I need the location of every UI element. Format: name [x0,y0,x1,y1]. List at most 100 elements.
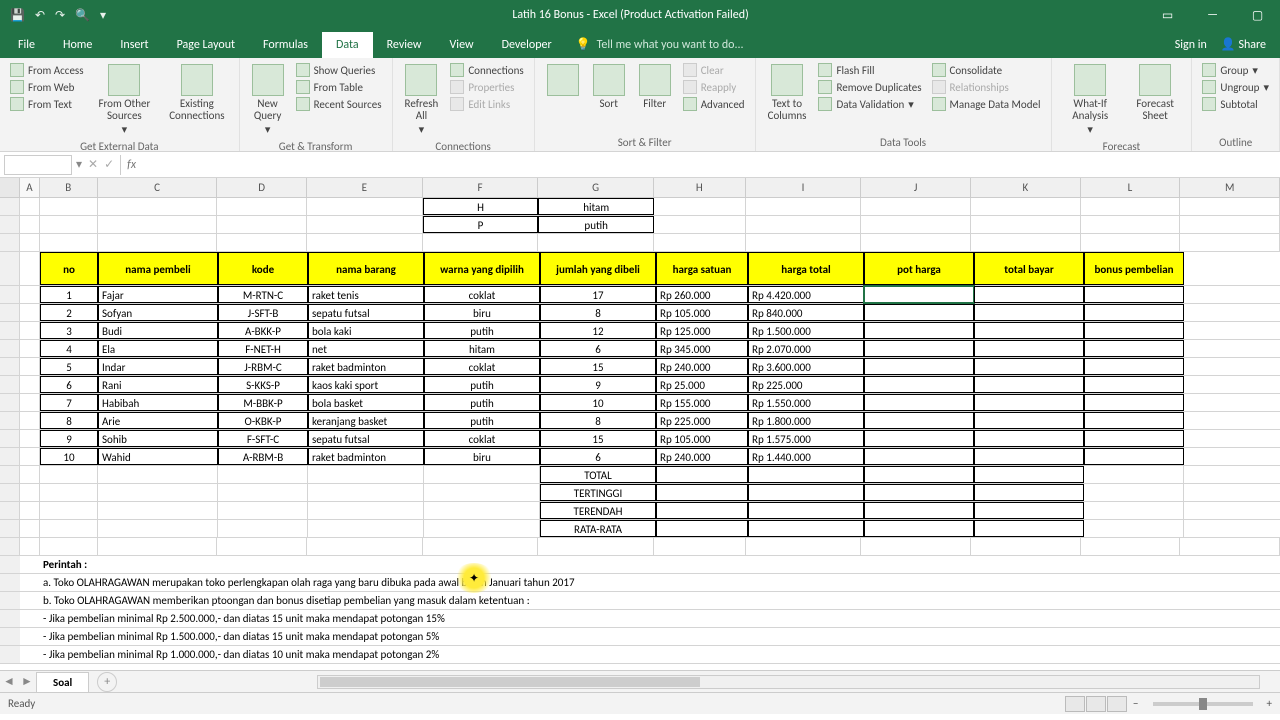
cell[interactable]: coklat [424,358,540,375]
cell[interactable] [974,430,1084,447]
cell[interactable] [748,502,864,519]
cell[interactable]: 15 [540,430,656,447]
tab-data[interactable]: Data [322,32,373,58]
normal-view-button[interactable] [1065,696,1085,712]
cell[interactable]: 9 [40,430,98,447]
cell[interactable] [1084,448,1184,465]
cell[interactable] [864,502,974,519]
cell[interactable] [20,234,40,251]
cell[interactable] [974,394,1084,411]
cell[interactable] [1084,322,1184,339]
header-cell[interactable]: pot harga [864,252,974,285]
cell[interactable]: Rp 225.000 [656,412,748,429]
tab-review[interactable]: Review [373,32,436,58]
cell[interactable] [1084,340,1184,357]
cell[interactable] [217,216,307,233]
cell[interactable]: Budi [98,322,218,339]
cell[interactable] [98,484,218,501]
cell[interactable] [40,502,98,519]
cell[interactable] [20,448,40,465]
redo-icon[interactable]: ↷ [55,8,65,23]
cell[interactable]: putih [538,216,654,233]
cell[interactable] [656,466,748,483]
cell[interactable]: 6 [540,448,656,465]
sort-az-button[interactable] [543,62,583,98]
sheet-nav-prev-icon[interactable]: ◄ [0,674,18,689]
cell[interactable]: M-BBK-P [218,394,308,411]
cell[interactable]: 9 [540,376,656,393]
cell[interactable]: Sohib [98,430,218,447]
tab-file[interactable]: File [4,32,49,58]
existing-connections-button[interactable]: Existing Connections [163,62,230,124]
cell[interactable]: A-BKK-P [218,322,308,339]
cell[interactable]: Rp 105.000 [656,304,748,321]
fx-icon[interactable]: fx [121,158,142,172]
cell[interactable] [538,538,654,555]
cell[interactable]: Rp 840.000 [748,304,864,321]
cell[interactable] [218,466,308,483]
cell[interactable] [864,394,974,411]
cell[interactable] [974,448,1084,465]
cell[interactable] [98,216,218,233]
cell[interactable] [654,234,746,251]
cell[interactable] [20,538,40,555]
cell[interactable] [974,286,1084,303]
cell[interactable] [217,234,307,251]
manage-data-model-button[interactable]: Manage Data Model [930,96,1043,112]
formula-input[interactable] [142,155,1280,175]
page-layout-view-button[interactable] [1086,696,1106,712]
cell[interactable] [974,412,1084,429]
cell[interactable] [974,358,1084,375]
cell[interactable]: bola kaki [308,322,424,339]
cell[interactable]: bola basket [308,394,424,411]
cell[interactable]: raket badminton [308,358,424,375]
cell[interactable] [864,412,974,429]
cell[interactable]: raket tenis [308,286,424,303]
cell[interactable]: Rp 1.550.000 [748,394,864,411]
cell[interactable] [218,502,308,519]
cell[interactable] [974,520,1084,537]
cell[interactable]: 12 [540,322,656,339]
cell[interactable]: Rp 25.000 [656,376,748,393]
cell[interactable] [20,286,40,303]
cell[interactable] [308,466,424,483]
cell[interactable]: putih [424,412,540,429]
sheet-nav-next-icon[interactable]: ► [18,674,36,689]
cell[interactable] [98,502,218,519]
cell[interactable]: Rp 125.000 [656,322,748,339]
select-all-button[interactable] [0,178,20,197]
cell[interactable] [864,322,974,339]
cell[interactable]: 8 [540,412,656,429]
cell[interactable] [20,484,40,501]
remove-duplicates-button[interactable]: Remove Duplicates [816,79,923,95]
cell[interactable]: F-NET-H [218,340,308,357]
cell[interactable] [40,234,98,251]
cell[interactable] [424,484,540,501]
cell[interactable]: biru [424,448,540,465]
cell[interactable] [748,520,864,537]
cell[interactable] [98,538,218,555]
cell[interactable] [748,484,864,501]
cell[interactable]: 6 [540,340,656,357]
cell[interactable]: Arie [98,412,218,429]
cell[interactable]: Rp 4.420.000 [748,286,864,303]
consolidate-button[interactable]: Consolidate [930,62,1043,78]
cell[interactable]: keranjang basket [308,412,424,429]
col-header[interactable]: L [1081,178,1181,197]
header-cell[interactable]: total bayar [974,252,1084,285]
cell[interactable] [974,304,1084,321]
col-header[interactable]: J [861,178,971,197]
cell[interactable] [40,466,98,483]
undo-icon[interactable]: ↶ [35,8,45,23]
cell[interactable] [1084,394,1184,411]
cell[interactable]: 8 [540,304,656,321]
cell[interactable]: 4 [40,340,98,357]
header-cell[interactable]: harga total [748,252,864,285]
cell[interactable]: Rp 155.000 [656,394,748,411]
cell[interactable] [1081,234,1181,251]
tab-home[interactable]: Home [49,32,106,58]
cell[interactable]: Rp 3.600.000 [748,358,864,375]
cell[interactable] [20,358,40,375]
cell[interactable] [1084,520,1184,537]
recent-sources-button[interactable]: Recent Sources [294,96,384,112]
